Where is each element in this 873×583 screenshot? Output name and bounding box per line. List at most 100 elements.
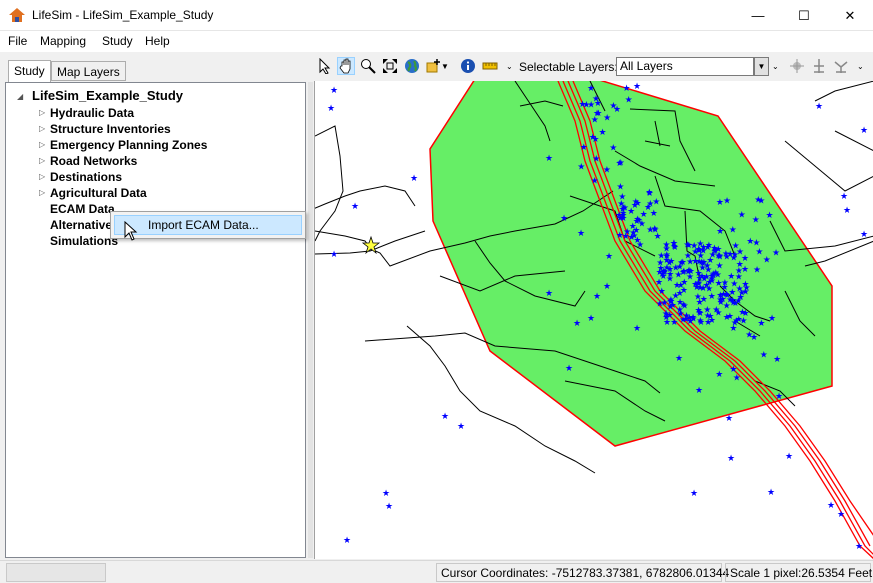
structure-point-icon: ★ (587, 84, 595, 94)
structure-point-icon: ★ (666, 265, 674, 275)
structure-point-icon: ★ (591, 176, 599, 186)
structure-point-icon: ★ (837, 510, 845, 520)
structure-point-icon: ★ (580, 143, 588, 153)
selectable-layers-dropdown[interactable]: All Layers (616, 57, 754, 76)
tab-study-label: Study (14, 64, 45, 78)
menu-bar: File Mapping Study Help (0, 31, 873, 52)
menu-mapping[interactable]: Mapping (40, 34, 86, 48)
structure-point-icon: ★ (650, 209, 658, 219)
structure-point-icon: ★ (682, 315, 690, 325)
structure-point-icon: ★ (343, 536, 351, 546)
map-canvas[interactable]: ★ ★ ★ ★ ★ ★ ★ ★ ★ ★ ★ ★ ★ ★ ★ ★ ★ ★ ★ ★ ★ ★ ★ ★ ★ ★ ★ ★ ★ ★ ★ ★ ★ ★ ★ ★ ★ ★ ★ ★… (314, 81, 873, 559)
select-arrow-icon[interactable] (316, 57, 334, 75)
structure-point-icon: ★ (627, 207, 635, 217)
crosshair-icon[interactable] (788, 57, 806, 75)
expand-arrow-icon[interactable]: ▷ (39, 108, 45, 117)
dropdown-arrow-icon[interactable]: ▼ (440, 57, 450, 75)
minimize-button[interactable]: — (735, 0, 781, 31)
structure-point-icon: ★ (327, 104, 335, 114)
tree-item-hydraulic-data[interactable]: Hydraulic Data (50, 106, 134, 120)
structure-point-icon: ★ (599, 128, 607, 138)
info-icon[interactable] (459, 57, 477, 75)
toolbar-overflow-icon[interactable]: ⌄ (857, 62, 864, 71)
snap-vertex-icon[interactable] (832, 57, 850, 75)
zoom-extent-icon[interactable] (381, 57, 399, 75)
dropdown-arrow-icon[interactable]: ▼ (754, 57, 769, 76)
maximize-icon: ☐ (798, 7, 810, 23)
structure-point-icon: ★ (725, 414, 733, 424)
tree-item-agricultural-data[interactable]: Agricultural Data (50, 186, 147, 200)
structure-point-icon: ★ (712, 269, 720, 279)
structure-point-icon: ★ (667, 296, 675, 306)
menu-help[interactable]: Help (145, 34, 170, 48)
structure-point-icon: ★ (696, 308, 704, 318)
tree-item-structure-inventories[interactable]: Structure Inventories (50, 122, 171, 136)
structure-point-icon: ★ (694, 293, 702, 303)
structure-point-icon: ★ (695, 386, 703, 396)
toolbar-overflow-icon[interactable]: ⌄ (506, 62, 513, 71)
structure-point-icon: ★ (677, 281, 685, 291)
structure-point-icon: ★ (860, 230, 868, 240)
structure-point-icon: ★ (729, 296, 737, 306)
snap-point-icon[interactable] (810, 57, 828, 75)
pan-hand-icon[interactable] (337, 57, 355, 75)
zoom-icon[interactable] (359, 57, 377, 75)
tab-map-layers[interactable]: Map Layers (51, 61, 126, 81)
tree-item-destinations[interactable]: Destinations (50, 170, 122, 184)
map-toolbar: ▼ ⌄ Selectable Layers: All Layers ▼ ⌄ ⌄ (314, 52, 873, 81)
import-ecam-data-menu-item[interactable]: Import ECAM Data... (114, 215, 302, 235)
expand-arrow-icon[interactable]: ▷ (39, 188, 45, 197)
close-button[interactable]: ✕ (827, 0, 873, 31)
tree-item-simulations[interactable]: Simulations (50, 234, 118, 248)
structure-point-icon: ★ (330, 86, 338, 96)
structure-point-icon: ★ (656, 259, 664, 269)
structure-point-icon: ★ (591, 135, 599, 145)
structure-point-icon: ★ (815, 102, 823, 112)
expand-arrow-icon[interactable]: ▷ (39, 156, 45, 165)
tree-expanded-icon[interactable]: ◢ (17, 92, 23, 101)
structure-point-icon: ★ (708, 292, 716, 302)
structure-point-icon: ★ (742, 288, 750, 298)
tree-item-road-networks[interactable]: Road Networks (50, 154, 137, 168)
structure-point-icon: ★ (827, 501, 835, 511)
structure-point-icon: ★ (727, 454, 735, 464)
structure-point-icon: ★ (330, 250, 338, 260)
toolbar-overflow-icon[interactable]: ⌄ (772, 62, 779, 71)
tree-item-alternatives[interactable]: Alternatives (50, 218, 119, 232)
structure-point-icon: ★ (735, 267, 743, 277)
maximize-button[interactable]: ☐ (781, 0, 827, 31)
structure-point-icon: ★ (685, 266, 693, 276)
structure-point-icon: ★ (630, 231, 638, 241)
selectable-layers-value: All Layers (620, 59, 673, 73)
structure-point-icon: ★ (752, 215, 760, 225)
expand-arrow-icon[interactable]: ▷ (39, 172, 45, 181)
expand-arrow-icon[interactable]: ▷ (39, 140, 45, 149)
structure-point-icon: ★ (545, 289, 553, 299)
structure-point-icon: ★ (676, 298, 684, 308)
structure-point-icon: ★ (697, 318, 705, 328)
measure-ruler-icon[interactable] (481, 57, 499, 75)
structure-point-icon: ★ (840, 192, 848, 202)
structure-point-icon: ★ (729, 324, 737, 334)
study-tree: ◢ LifeSim_Example_Study ▷ Hydraulic Data… (5, 82, 306, 558)
structure-point-icon: ★ (716, 227, 724, 237)
tree-root[interactable]: LifeSim_Example_Study (32, 88, 183, 103)
structure-point-icon: ★ (577, 163, 585, 173)
structure-point-icon: ★ (573, 319, 581, 329)
structure-point-icon: ★ (733, 374, 741, 384)
menu-study[interactable]: Study (102, 34, 133, 48)
globe-icon[interactable] (403, 57, 421, 75)
context-menu: Import ECAM Data... (110, 211, 306, 239)
cursor-coordinates: Cursor Coordinates: -7512783.37381, 6782… (436, 563, 729, 582)
tree-item-emergency-planning-zones[interactable]: Emergency Planning Zones (50, 138, 207, 152)
tab-study[interactable]: Study (8, 60, 51, 83)
structure-point-icon: ★ (860, 126, 868, 136)
map-drawing[interactable]: ★★★★★★★★★★★★★★★★★★★★★★★★★★★★★★ ★★★★★★★★★★… (315, 81, 873, 559)
tree-item-ecam-data[interactable]: ECAM Data (50, 202, 115, 216)
expand-arrow-icon[interactable]: ▷ (39, 124, 45, 133)
panel-splitter[interactable] (308, 82, 313, 558)
structure-point-icon: ★ (658, 287, 666, 297)
structure-point-icon: ★ (410, 174, 418, 184)
menu-file[interactable]: File (8, 34, 27, 48)
structure-point-icon: ★ (592, 95, 600, 105)
